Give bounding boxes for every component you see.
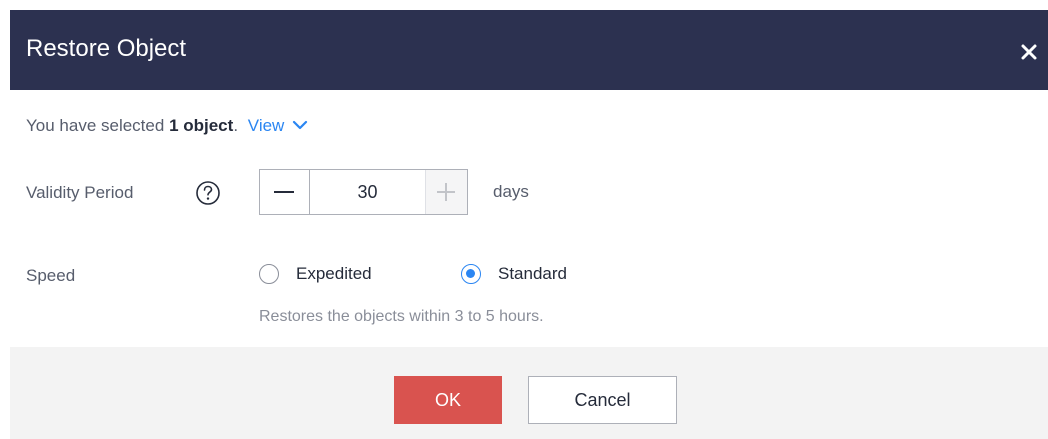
dialog-title: Restore Object — [26, 35, 187, 62]
validity-period-label: Validity Period — [26, 183, 134, 202]
cancel-button[interactable]: Cancel — [528, 376, 677, 424]
chevron-down-icon — [292, 114, 308, 136]
dialog-footer: OK Cancel — [10, 347, 1048, 439]
radio-standard-label: Standard — [498, 264, 567, 283]
ok-button[interactable]: OK — [394, 376, 502, 424]
selection-count: 1 object — [169, 116, 234, 135]
radio-circle-checked[interactable] — [461, 264, 481, 284]
selection-prefix: You have selected — [26, 116, 165, 135]
radio-circle[interactable] — [259, 264, 279, 284]
selection-summary: You have selected 1 object. View — [26, 115, 308, 137]
radio-expedited-label: Expedited — [296, 264, 372, 283]
speed-hint: Restores the objects within 3 to 5 hours… — [259, 308, 544, 325]
validity-period-stepper: 30 — [259, 169, 468, 215]
validity-unit: days — [493, 182, 529, 201]
radio-standard[interactable]: Standard — [461, 263, 567, 285]
view-link-label: View — [247, 116, 285, 135]
restore-object-dialog: Restore Object You have selected 1 objec… — [0, 0, 1048, 439]
view-selection-link[interactable]: View — [248, 116, 308, 135]
speed-label: Speed — [26, 266, 76, 285]
increment-button[interactable] — [425, 170, 467, 214]
radio-expedited[interactable]: Expedited — [259, 263, 372, 285]
selection-suffix: . — [233, 116, 239, 135]
close-icon[interactable] — [1018, 41, 1040, 63]
decrement-button[interactable] — [260, 170, 310, 214]
question-circle-icon[interactable] — [195, 180, 221, 206]
dialog-header: Restore Object — [10, 10, 1048, 90]
validity-period-input[interactable]: 30 — [310, 170, 425, 214]
